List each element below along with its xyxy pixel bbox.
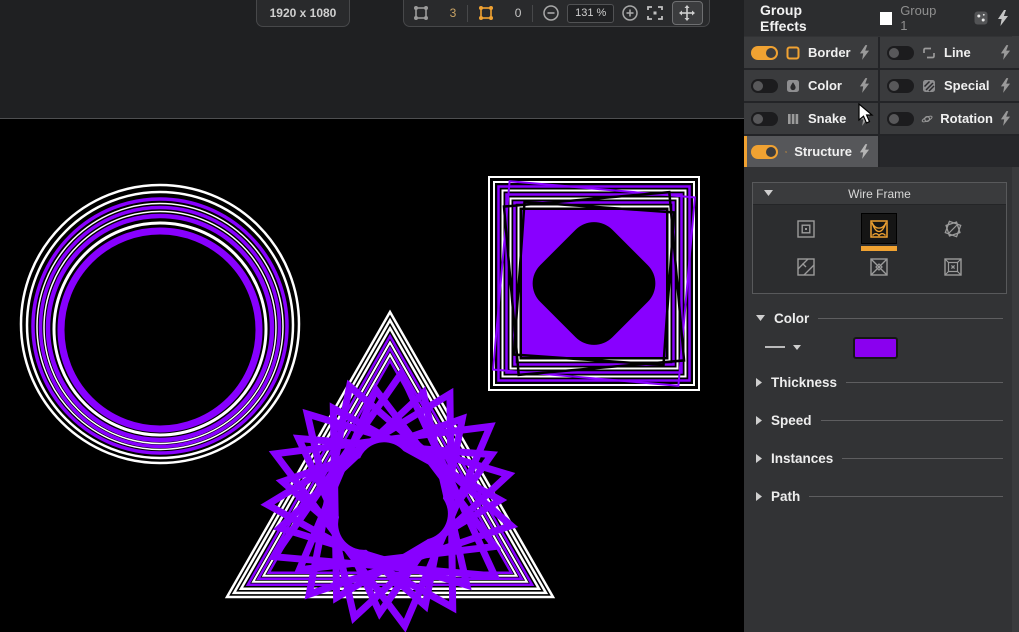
thickness-section-header[interactable]: Thickness bbox=[756, 373, 1003, 391]
structure-toggle[interactable] bbox=[751, 145, 778, 159]
app-window: 1920 x 1080 3 0 131 % bbox=[0, 0, 1019, 632]
panel-title: Group Effects bbox=[760, 2, 844, 34]
canvas[interactable] bbox=[0, 118, 744, 632]
pan-tool-button[interactable] bbox=[672, 1, 703, 25]
group-selector[interactable]: Group 1 bbox=[900, 3, 943, 33]
resolution-tab[interactable]: 1920 x 1080 bbox=[256, 0, 350, 27]
zoom-level: 131 % bbox=[575, 7, 606, 19]
effect-label: Special bbox=[944, 78, 990, 93]
rotation-toggle[interactable] bbox=[887, 112, 914, 126]
chevron-down-icon bbox=[793, 345, 801, 350]
effect-label: Border bbox=[808, 45, 851, 60]
effect-row-color[interactable]: Color bbox=[744, 70, 878, 101]
effect-label: Color bbox=[808, 78, 842, 93]
rotation-icon bbox=[921, 111, 933, 127]
effect-trigger-icon[interactable] bbox=[1000, 78, 1011, 93]
effect-row-rotation[interactable]: Rotation bbox=[880, 103, 1019, 134]
wireframe-mode-pinwheel[interactable] bbox=[788, 251, 824, 282]
section-rule bbox=[846, 382, 1003, 383]
section-rule bbox=[821, 420, 1003, 421]
effect-trigger-icon[interactable] bbox=[859, 45, 870, 60]
line-style-icon bbox=[764, 341, 788, 353]
section-rule bbox=[842, 458, 1003, 459]
border-toggle[interactable] bbox=[751, 46, 778, 60]
special-toggle[interactable] bbox=[887, 79, 914, 93]
color-section-title: Color bbox=[774, 311, 809, 326]
lightning-icon[interactable] bbox=[997, 10, 1009, 26]
workspace: 1920 x 1080 3 0 131 % bbox=[0, 0, 744, 632]
wireframe-mode-grid bbox=[753, 205, 1006, 286]
section-title: Instances bbox=[771, 451, 833, 466]
color-drop-icon bbox=[785, 78, 801, 94]
randomize-dice-icon[interactable] bbox=[973, 10, 989, 26]
structure-icon bbox=[785, 144, 787, 160]
zoom-out-button[interactable] bbox=[540, 2, 562, 24]
effects-grid-empty-cell bbox=[880, 136, 1019, 167]
wireframe-mode-rotated-squares[interactable] bbox=[935, 213, 971, 244]
points-count-icon[interactable] bbox=[410, 2, 432, 24]
effect-label: Rotation bbox=[940, 111, 993, 126]
section-title: Thickness bbox=[771, 375, 837, 390]
group-color-swatch[interactable] bbox=[880, 12, 892, 25]
color-swatch[interactable] bbox=[853, 337, 898, 359]
special-icon bbox=[921, 78, 937, 94]
selected-points-icon[interactable] bbox=[475, 2, 497, 24]
effect-row-special[interactable]: Special bbox=[880, 70, 1019, 101]
toolbar-divider bbox=[532, 5, 533, 22]
canvas-artwork bbox=[0, 119, 744, 632]
toolbar-divider bbox=[467, 5, 468, 22]
line-icon bbox=[921, 45, 937, 61]
line-style-dropdown[interactable] bbox=[764, 341, 801, 353]
effect-row-structure[interactable]: Structure bbox=[744, 136, 878, 167]
wireframe-mode-nested-x[interactable] bbox=[935, 251, 971, 282]
group-effects-panel: Group Effects Group 1 Border Line bbox=[744, 0, 1019, 632]
effect-trigger-icon[interactable] bbox=[1000, 45, 1011, 60]
chevron-right-icon bbox=[756, 492, 762, 501]
effect-row-line[interactable]: Line bbox=[880, 37, 1019, 68]
chevron-right-icon bbox=[756, 378, 762, 387]
effect-label: Line bbox=[944, 45, 971, 60]
zoom-in-button[interactable] bbox=[619, 2, 641, 24]
points-count: 3 bbox=[435, 6, 457, 20]
border-icon bbox=[785, 45, 801, 61]
effect-trigger-icon[interactable] bbox=[1000, 111, 1011, 126]
zoom-level-field[interactable]: 131 % bbox=[567, 4, 614, 23]
effect-label: Snake bbox=[808, 111, 846, 126]
chevron-right-icon bbox=[756, 454, 762, 463]
chevron-down-icon bbox=[756, 315, 765, 321]
section-title: Speed bbox=[771, 413, 812, 428]
mouse-cursor bbox=[858, 103, 874, 125]
color-section-header[interactable]: Color bbox=[756, 309, 1003, 327]
color-toggle[interactable] bbox=[751, 79, 778, 93]
speed-section-header[interactable]: Speed bbox=[756, 411, 1003, 429]
chevron-right-icon bbox=[756, 416, 762, 425]
effect-trigger-icon[interactable] bbox=[859, 78, 870, 93]
section-title: Path bbox=[771, 489, 800, 504]
wireframe-title: Wire Frame bbox=[848, 187, 911, 201]
wireframe-mode-concentric-squares[interactable] bbox=[788, 213, 824, 244]
selected-points-count: 0 bbox=[500, 6, 522, 20]
wireframe-section: Wire Frame bbox=[752, 182, 1007, 294]
effect-row-border[interactable]: Border bbox=[744, 37, 878, 68]
resolution-label: 1920 x 1080 bbox=[270, 6, 337, 20]
snake-toggle[interactable] bbox=[751, 112, 778, 126]
line-toggle[interactable] bbox=[887, 46, 914, 60]
instances-section-header[interactable]: Instances bbox=[756, 449, 1003, 467]
snake-icon bbox=[785, 111, 801, 127]
effect-label: Structure bbox=[794, 144, 852, 159]
section-rule bbox=[809, 496, 1003, 497]
section-rule bbox=[818, 318, 1003, 319]
effects-grid: Border Line Color Special bbox=[744, 37, 1019, 167]
fit-to-screen-button[interactable] bbox=[644, 2, 666, 24]
effect-trigger-icon[interactable] bbox=[859, 144, 870, 159]
wireframe-mode-corner-x[interactable] bbox=[861, 251, 897, 282]
wireframe-header[interactable]: Wire Frame bbox=[753, 183, 1006, 205]
view-toolbar: 3 0 131 % bbox=[403, 0, 710, 27]
chevron-down-icon bbox=[764, 190, 773, 196]
panel-header: Group Effects Group 1 bbox=[744, 0, 1019, 36]
wireframe-mode-hanging-wires[interactable] bbox=[861, 213, 897, 244]
path-section-header[interactable]: Path bbox=[756, 487, 1003, 505]
